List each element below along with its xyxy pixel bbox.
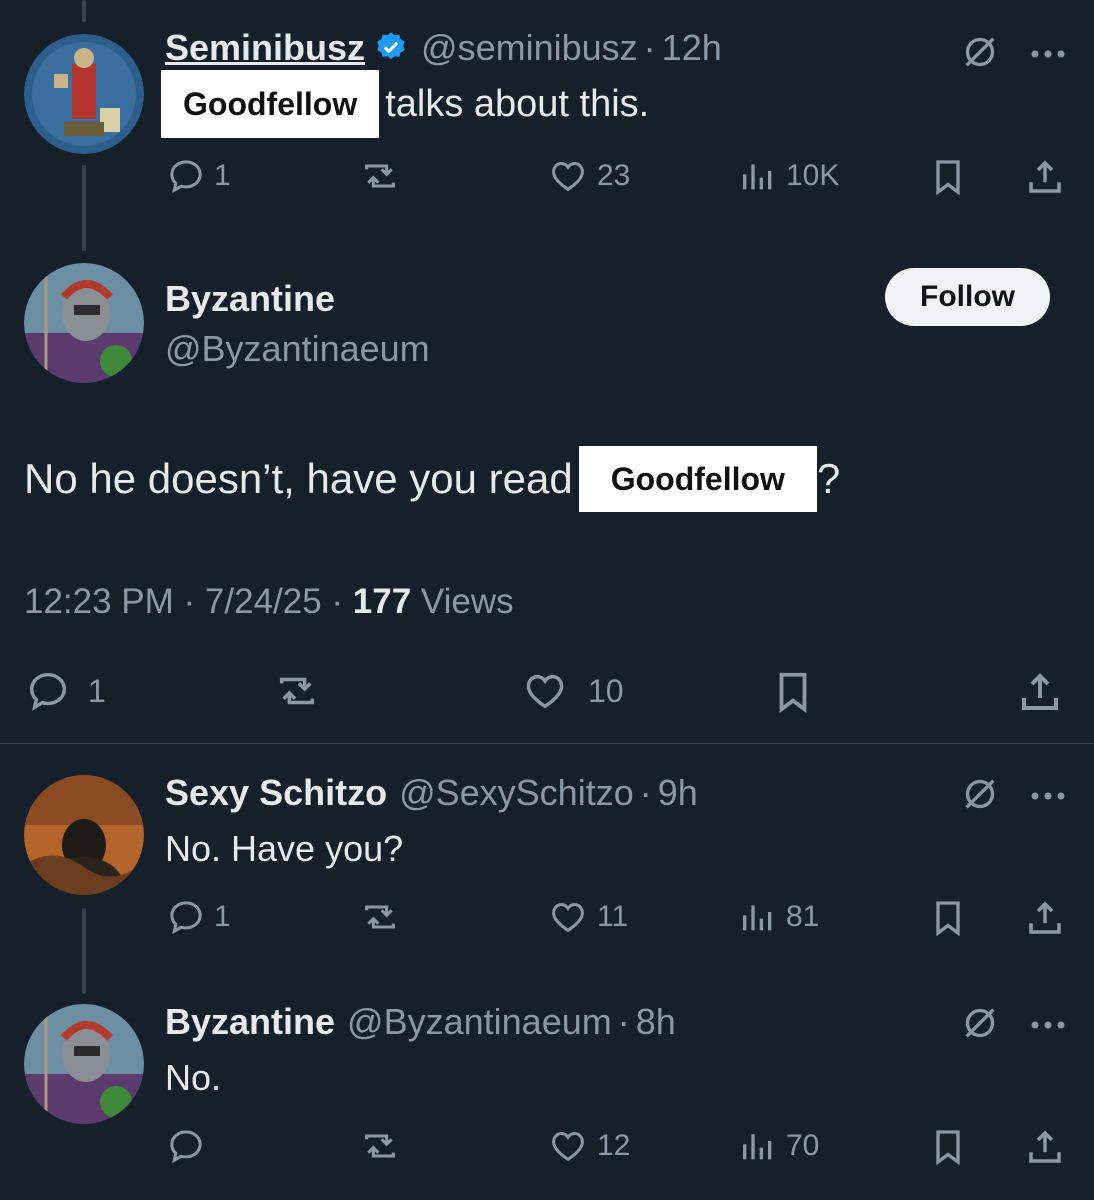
grok-icon[interactable] xyxy=(960,774,1000,819)
view-count: 10K xyxy=(786,159,840,192)
author-handle[interactable]: @Byzantinaeum xyxy=(165,328,430,370)
repost-button[interactable] xyxy=(270,668,324,714)
bookmark-button[interactable] xyxy=(928,156,968,198)
grok-icon[interactable] xyxy=(960,32,1000,77)
more-options-icon[interactable] xyxy=(1030,788,1066,806)
post-text-after: ? xyxy=(816,455,841,502)
more-options-icon[interactable] xyxy=(1030,1017,1066,1035)
avatar-byzantine[interactable] xyxy=(24,263,144,383)
follow-button[interactable]: Follow xyxy=(885,268,1050,326)
separator: · xyxy=(639,772,652,813)
post-text: No. Have you? xyxy=(165,828,404,869)
like-button[interactable]: 10 xyxy=(520,668,624,714)
redaction-box: Goodfellow xyxy=(578,446,817,512)
post-text: No. xyxy=(165,1057,222,1098)
post-time[interactable]: 9h xyxy=(658,772,698,814)
views-button[interactable]: 70 xyxy=(738,1126,819,1166)
avatar-seminibusz[interactable] xyxy=(24,34,144,154)
views-button[interactable]: 10K xyxy=(738,156,839,196)
separator: · xyxy=(643,27,656,68)
post-timestamp[interactable]: 12:23 PM · 7/24/25 · xyxy=(24,582,353,621)
like-count: 23 xyxy=(597,159,631,192)
thread-line-1 xyxy=(82,165,86,251)
repost-button[interactable] xyxy=(358,156,402,196)
like-button[interactable]: 12 xyxy=(547,1126,630,1166)
views-count: 177 xyxy=(352,582,412,621)
post-time[interactable]: 8h xyxy=(636,1001,676,1043)
bookmark-button[interactable] xyxy=(770,668,816,716)
author-handle[interactable]: @SexySchitzo xyxy=(399,772,634,814)
redaction-box: Goodfellow xyxy=(161,70,380,138)
author-handle[interactable]: @Byzantinaeum xyxy=(347,1001,612,1043)
like-button[interactable]: 23 xyxy=(547,156,630,196)
divider xyxy=(0,743,1094,744)
thread-line-top xyxy=(82,0,86,22)
bookmark-button[interactable] xyxy=(928,897,968,939)
views-label: Views xyxy=(411,582,514,621)
thread-line-3 xyxy=(82,908,86,994)
share-button[interactable] xyxy=(1016,668,1064,716)
repost-button[interactable] xyxy=(358,897,402,937)
like-button[interactable]: 11 xyxy=(547,897,628,937)
author-name[interactable]: Sexy Schitzo xyxy=(165,772,387,814)
views-button[interactable]: 81 xyxy=(738,897,819,937)
post-text: talks about this. xyxy=(385,82,650,125)
separator: · xyxy=(617,1001,630,1042)
share-button[interactable] xyxy=(1024,1126,1066,1168)
repost-button[interactable] xyxy=(358,1126,402,1166)
author-name[interactable]: Byzantine xyxy=(165,278,335,320)
author-name[interactable]: Byzantine xyxy=(165,1001,335,1043)
like-count: 10 xyxy=(588,672,624,709)
reply-button[interactable] xyxy=(166,1126,206,1166)
reply-button[interactable]: 1 xyxy=(166,156,231,196)
reply-button[interactable]: 1 xyxy=(24,668,106,714)
like-count: 11 xyxy=(597,900,629,933)
author-name[interactable]: Seminibusz xyxy=(165,27,365,69)
reply-count: 1 xyxy=(214,159,231,192)
reply-button[interactable]: 1 xyxy=(166,897,231,937)
more-options-icon[interactable] xyxy=(1030,46,1066,64)
post-time[interactable]: 12h xyxy=(662,27,722,69)
verified-badge-icon xyxy=(373,30,409,66)
avatar-sexyschitzo[interactable] xyxy=(24,775,144,895)
reply-count: 1 xyxy=(214,900,231,933)
like-count: 12 xyxy=(597,1129,631,1162)
reply-count: 1 xyxy=(88,672,106,709)
share-button[interactable] xyxy=(1024,156,1066,198)
view-count: 81 xyxy=(786,900,820,933)
author-handle[interactable]: @seminibusz xyxy=(421,27,638,69)
share-button[interactable] xyxy=(1024,897,1066,939)
view-count: 70 xyxy=(786,1129,820,1162)
bookmark-button[interactable] xyxy=(928,1126,968,1168)
avatar-byzantine[interactable] xyxy=(24,1004,144,1124)
grok-icon[interactable] xyxy=(960,1003,1000,1048)
post-text-before: No he doesn’t, have you read xyxy=(24,455,573,502)
